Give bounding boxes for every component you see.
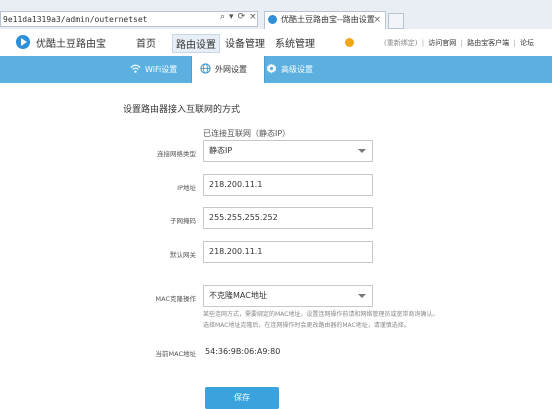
nav-item-router-settings[interactable]: 路由设置 <box>172 34 220 53</box>
client-link[interactable]: 路由宝客户端 <box>467 39 509 47</box>
save-button[interactable]: 保存 <box>205 387 279 409</box>
connection-status: 已连接互联网（静态IP） <box>203 129 291 138</box>
new-tab-button[interactable] <box>388 13 404 29</box>
gateway-field[interactable]: 218.200.11.1 <box>203 241 373 263</box>
conn-type-value: 静态IP <box>209 146 233 155</box>
tab-favicon-icon <box>268 15 277 24</box>
nav-item-home[interactable]: 首页 <box>133 34 159 51</box>
tab-label: WiFi设置 <box>145 65 178 74</box>
close-icon[interactable]: × <box>249 12 257 22</box>
mac-op-label: MAC克隆操作 <box>155 295 196 303</box>
chevron-down-icon <box>358 149 366 153</box>
current-mac-value: 54:36:9B:06:A9:80 <box>205 347 281 356</box>
divider: | <box>513 39 516 47</box>
dropdown-icon[interactable]: ▾ <box>229 12 234 22</box>
tab-title: 优酷土豆路由宝--路由设置 <box>281 15 375 24</box>
app-header: 优酷土豆路由宝 首页 路由设置 设备管理 系统管理 (重新绑定) | 访问官网 … <box>0 29 552 56</box>
mac-note: 某些连网方式，需要绑定的MAC地址，设置连网操作前请和网络管理员或宽带商询确认。 <box>203 311 439 318</box>
mac-clone-select[interactable]: 不克隆MAC地址 <box>203 285 373 307</box>
page-title: 设置路由器接入互联网的方式 <box>123 105 241 115</box>
gateway-label: 默认网关 <box>170 251 196 259</box>
header-links: (重新绑定) | 访问官网 | 路由宝客户端 | 论坛 <box>384 38 536 48</box>
refresh-icon[interactable]: ⟳ <box>238 12 246 22</box>
mac-note: 选择MAC地址克隆后，在连网操作时会更改路由器的MAC地址，请谨慎选择。 <box>203 322 410 329</box>
subnet-mask-field[interactable]: 255.255.255.252 <box>203 207 373 229</box>
gear-icon <box>266 63 277 74</box>
address-tools: ⌕ ▾ ⟳ × <box>220 12 261 22</box>
sub-tab-bar: WiFi设置 外网设置 高级设置 <box>0 56 552 83</box>
ip-label: IP地址 <box>177 184 196 192</box>
rebind-link[interactable]: (重新绑定) <box>384 39 417 47</box>
forum-link[interactable]: 论坛 <box>520 39 534 47</box>
divider: | <box>460 39 463 47</box>
chevron-down-icon <box>358 294 366 298</box>
ip-field[interactable]: 218.200.11.1 <box>203 174 373 196</box>
nav-item-system-management[interactable]: 系统管理 <box>272 34 318 51</box>
official-site-link[interactable]: 访问官网 <box>428 39 456 47</box>
app-name: 优酷土豆路由宝 <box>36 39 106 50</box>
mac-op-value: 不克隆MAC地址 <box>209 291 267 300</box>
divider: | <box>421 39 425 47</box>
tab-close-icon[interactable]: × <box>373 12 381 28</box>
mask-label: 子网掩码 <box>170 217 196 225</box>
browser-chrome: 9e11da1319a3/admin/outernetset ⌕ ▾ ⟳ × 优酷土豆… <box>0 0 552 30</box>
current-mac-label: 当前MAC地址 <box>155 350 196 358</box>
conn-type-select[interactable]: 静态IP <box>203 140 373 162</box>
logo-icon <box>16 35 30 49</box>
browser-tab[interactable]: 优酷土豆路由宝--路由设置 × <box>264 11 386 29</box>
search-icon[interactable]: ⌕ <box>220 12 225 22</box>
tab-advanced-settings[interactable]: 高级设置 <box>266 56 336 83</box>
coin-icon[interactable] <box>345 38 354 47</box>
tab-wifi-settings[interactable]: WiFi设置 <box>118 56 200 83</box>
tab-label: 高级设置 <box>281 65 313 74</box>
wifi-icon <box>130 64 141 73</box>
conn-type-label: 连接网络类型 <box>157 150 196 158</box>
nav-item-device-management[interactable]: 设备管理 <box>222 34 268 51</box>
tab-label: 外网设置 <box>215 65 247 74</box>
tab-internet-settings[interactable]: 外网设置 <box>191 56 265 83</box>
globe-icon <box>200 63 211 74</box>
